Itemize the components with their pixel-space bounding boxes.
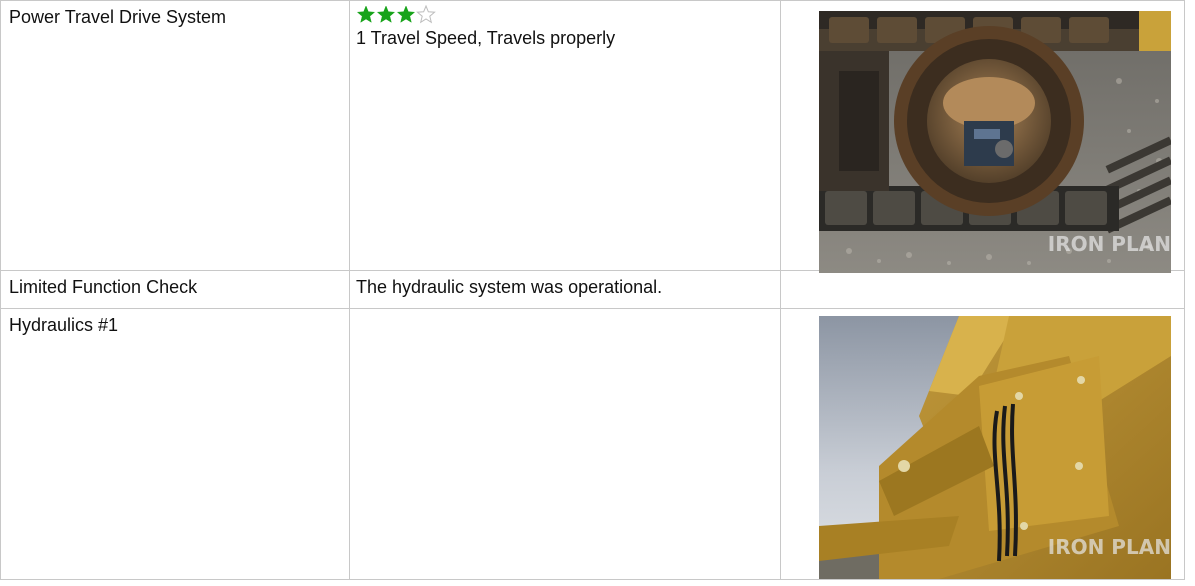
table-row: Hydraulics #1 IRON PLAN (0, 308, 1185, 580)
item-description: The hydraulic system was operational. (349, 270, 781, 309)
item-description: 1 Travel Speed, Travels properly (356, 28, 616, 48)
item-description-cell: 1 Travel Speed, Travels properly (349, 0, 781, 271)
table-row: Power Travel Drive System 1 Travel Speed… (0, 0, 1185, 273)
item-photo-cell: IRON PLANET (780, 0, 1185, 273)
item-photo-cell: IRON PLANET (780, 308, 1185, 580)
item-name: Hydraulics #1 (0, 308, 350, 580)
star-filled-icon (356, 5, 376, 23)
hydraulics-photo[interactable]: IRON PLANET (819, 316, 1171, 586)
table-row: Limited Function Check The hydraulic sys… (0, 270, 1185, 309)
photo-watermark: IRON PLANET (1048, 232, 1171, 256)
item-photo-cell (780, 270, 1185, 309)
rating-stars (356, 5, 774, 25)
item-name: Power Travel Drive System (0, 0, 350, 271)
item-description (349, 308, 781, 580)
photo-watermark: IRON PLANET (1048, 535, 1171, 559)
inspection-table: Power Travel Drive System 1 Travel Speed… (0, 0, 1185, 580)
star-empty-icon (416, 5, 436, 24)
star-filled-icon (376, 5, 396, 23)
star-filled-icon (396, 5, 416, 23)
track-drive-photo[interactable]: IRON PLANET (819, 11, 1171, 280)
item-name: Limited Function Check (0, 270, 350, 309)
